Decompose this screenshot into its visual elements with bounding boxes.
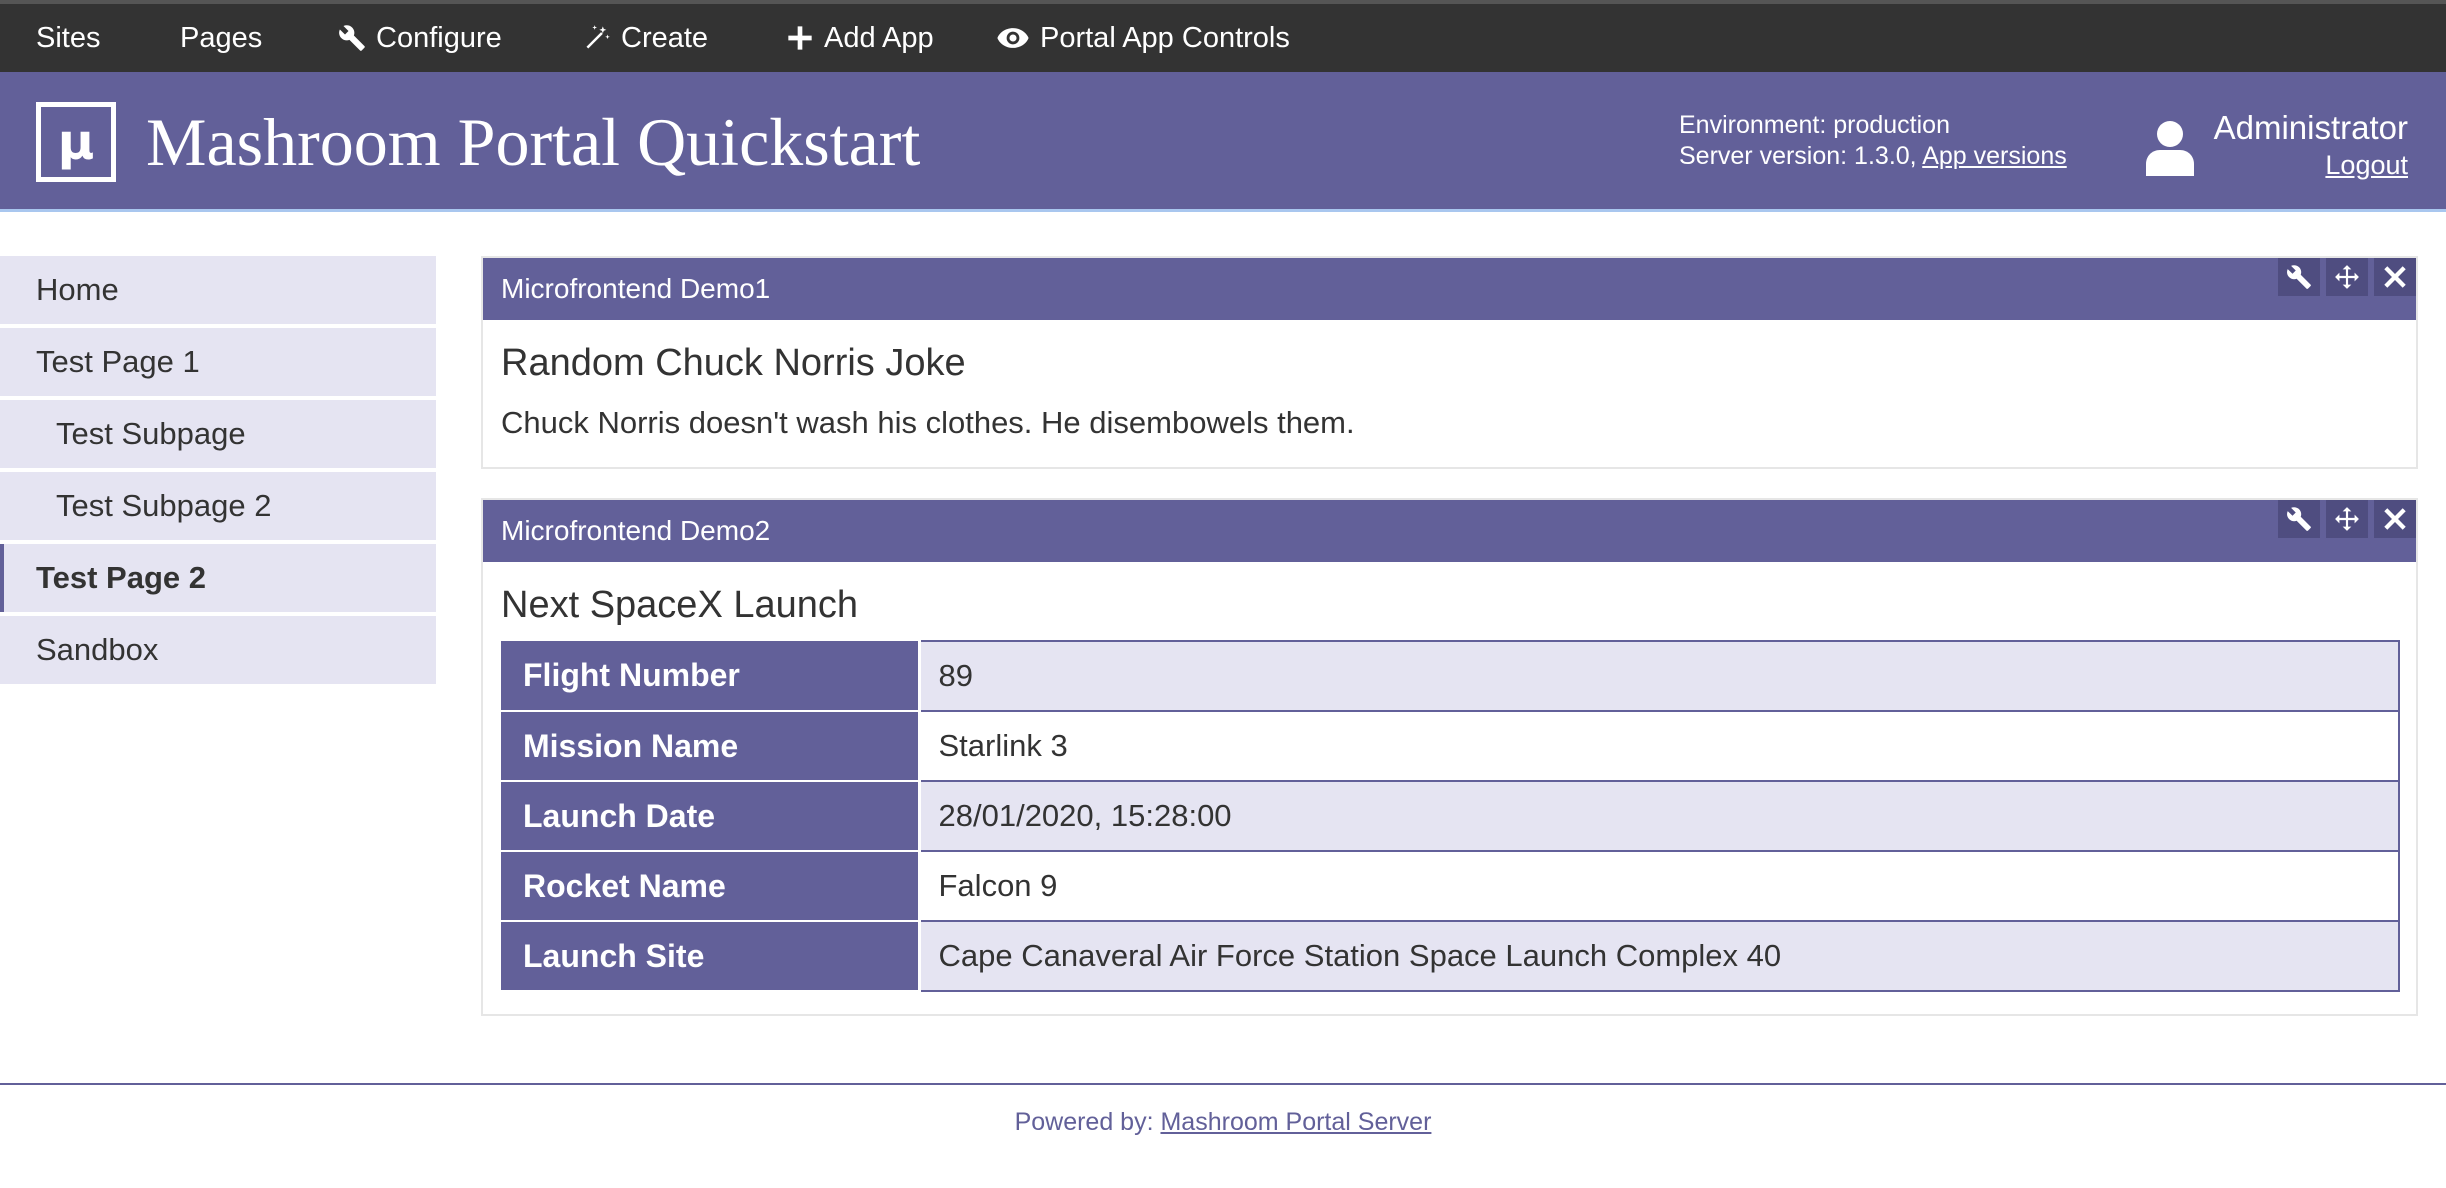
app-move-button[interactable] <box>2326 500 2368 538</box>
app-header: Microfrontend Demo2 <box>483 500 2416 562</box>
user-icon <box>2146 120 2194 176</box>
sidebar-item-test-page-1[interactable]: Test Page 1 <box>0 328 436 396</box>
table-row: Mission Name Starlink 3 <box>501 710 2400 782</box>
sidebar-item-label: Sandbox <box>36 632 159 667</box>
add-app-menu[interactable]: Add App <box>786 4 934 72</box>
sites-menu[interactable]: Sites <box>36 4 100 72</box>
table-row: Launch Site Cape Canaveral Air Force Sta… <box>501 920 2400 992</box>
environment-info: Environment: production Server version: … <box>1679 110 2067 172</box>
create-menu[interactable]: Create <box>583 4 708 72</box>
configure-menu[interactable]: Configure <box>338 4 502 72</box>
launch-table: Flight Number 89 Mission Name Starlink 3… <box>501 640 2400 992</box>
footer: Powered by: Mashroom Portal Server <box>0 1108 2446 1137</box>
sidebar-item-test-subpage[interactable]: Test Subpage <box>0 400 436 468</box>
admin-toolbar: Sites Pages Configure Create Add App Por… <box>0 0 2446 72</box>
sidebar-item-label: Test Subpage 2 <box>56 488 272 523</box>
site-title: Mashroom Portal Quickstart <box>146 104 921 180</box>
app-versions-link[interactable]: App versions <box>1922 142 2067 170</box>
app-title: Microfrontend Demo2 <box>501 515 771 546</box>
logo-glyph: μ <box>57 113 95 171</box>
footer-prefix: Powered by: <box>1014 1108 1154 1136</box>
footer-link[interactable]: Mashroom Portal Server <box>1160 1108 1431 1136</box>
magic-wand-icon <box>586 25 610 49</box>
row-label: Mission Name <box>501 711 921 782</box>
app-header: Microfrontend Demo1 <box>483 258 2416 320</box>
create-label: Create <box>621 21 709 54</box>
sidebar-item-test-subpage-2[interactable]: Test Subpage 2 <box>0 472 436 540</box>
add-app-label: Add App <box>824 21 934 54</box>
row-value: 28/01/2020, 15:28:00 <box>918 780 2400 852</box>
sidebar-item-label: Home <box>36 272 119 307</box>
app-controls <box>2272 258 2416 296</box>
sidebar-item-label: Test Subpage <box>56 416 246 451</box>
joke-heading: Random Chuck Norris Joke <box>501 342 966 384</box>
close-icon <box>2384 266 2406 288</box>
table-row: Rocket Name Falcon 9 <box>501 850 2400 922</box>
app-close-button[interactable] <box>2374 258 2416 296</box>
app-panel-demo1: Microfrontend Demo1 Random Chuck Norris … <box>481 256 2418 469</box>
launch-heading: Next SpaceX Launch <box>501 584 859 626</box>
table-row: Launch Date 28/01/2020, 15:28:00 <box>501 780 2400 852</box>
user-name: Administrator <box>2213 109 2408 146</box>
portal-app-controls-label: Portal App Controls <box>1040 21 1290 54</box>
server-version-line: Server version: 1.3.0, App versions <box>1679 141 2067 172</box>
row-label: Launch Site <box>501 921 921 992</box>
site-header: μ Mashroom Portal Quickstart Environment… <box>0 72 2446 212</box>
mashroom-logo-icon[interactable]: μ <box>36 102 116 182</box>
user-block: Administrator Logout <box>2214 108 2408 182</box>
row-label: Rocket Name <box>501 851 921 922</box>
sidebar-item-test-page-2[interactable]: Test Page 2 <box>0 544 436 612</box>
footer-divider <box>0 1083 2446 1085</box>
plus-icon <box>788 26 812 50</box>
wrench-icon <box>339 25 365 51</box>
move-icon <box>2335 265 2359 289</box>
sites-label: Sites <box>36 21 101 54</box>
app-move-button[interactable] <box>2326 258 2368 296</box>
app-controls <box>2272 500 2416 538</box>
pages-menu[interactable]: Pages <box>180 4 262 72</box>
sidebar-item-label: Test Page 1 <box>36 344 200 379</box>
environment-label: Environment: production <box>1679 111 1950 139</box>
configure-label: Configure <box>376 21 502 54</box>
wrench-icon <box>2287 265 2311 289</box>
row-label: Launch Date <box>501 781 921 852</box>
app-body: Next SpaceX Launch Flight Number 89 Miss… <box>483 582 2416 992</box>
joke-text: Chuck Norris doesn't wash his clothes. H… <box>501 405 1355 440</box>
server-version-label: Server version: 1.3.0, <box>1679 142 1917 170</box>
row-value: 89 <box>918 640 2400 712</box>
sidebar-item-home[interactable]: Home <box>0 256 436 324</box>
logout-link[interactable]: Logout <box>2325 148 2408 182</box>
app-close-button[interactable] <box>2374 500 2416 538</box>
row-value: Starlink 3 <box>918 710 2400 782</box>
app-title: Microfrontend Demo1 <box>501 273 771 304</box>
eye-icon <box>997 28 1029 48</box>
sidebar-item-label: Test Page 2 <box>36 560 207 595</box>
wrench-icon <box>2287 507 2311 531</box>
pages-label: Pages <box>180 21 263 54</box>
move-icon <box>2335 507 2359 531</box>
table-row: Flight Number 89 <box>501 640 2400 712</box>
app-panel-demo2: Microfrontend Demo2 Next SpaceX Launch F… <box>481 498 2418 1016</box>
portal-app-controls-toggle[interactable]: Portal App Controls <box>996 4 1290 72</box>
app-configure-button[interactable] <box>2278 500 2320 538</box>
close-icon <box>2384 508 2406 530</box>
app-configure-button[interactable] <box>2278 258 2320 296</box>
app-body: Random Chuck Norris Joke Chuck Norris do… <box>483 340 2416 442</box>
row-value: Cape Canaveral Air Force Station Space L… <box>918 920 2400 992</box>
sidebar-nav: Home Test Page 1 Test Subpage Test Subpa… <box>0 256 436 688</box>
row-value: Falcon 9 <box>918 850 2400 922</box>
sidebar-item-sandbox[interactable]: Sandbox <box>0 616 436 684</box>
row-label: Flight Number <box>501 641 921 712</box>
